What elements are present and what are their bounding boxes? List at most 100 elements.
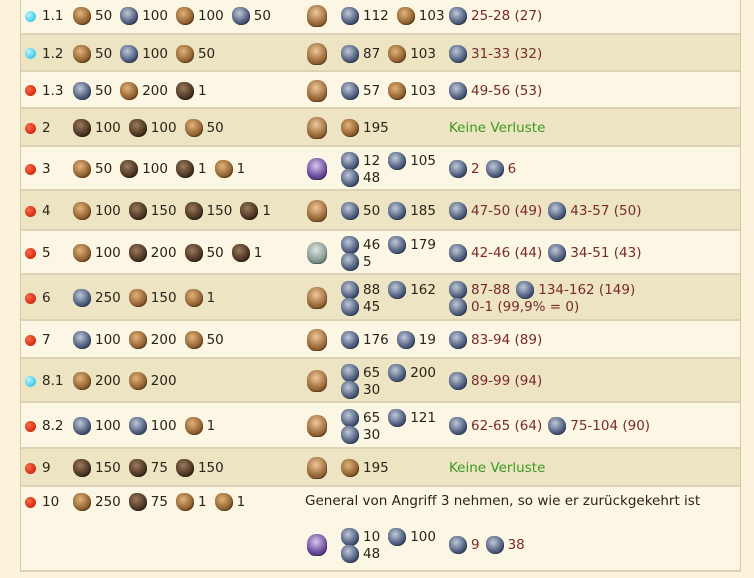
soldier-icon: [449, 81, 467, 100]
attack-row[interactable]: 2 100 100 50 195 Keine Verluste: [21, 109, 740, 147]
general-cell: [307, 42, 331, 65]
attack-id-label: 3: [42, 161, 51, 177]
soldier-icon: [341, 202, 359, 220]
losses-stack: 42-46 (44) 34-51 (43): [449, 244, 647, 262]
attack-row[interactable]: 8.2 100 100 1 65 121 30 62-65 (64) 75-104 (90): [21, 403, 740, 449]
archer-icon: [341, 425, 359, 444]
losses-line: 47-50 (49) 43-57 (50): [449, 202, 647, 220]
cannoneer-icon: [184, 331, 203, 349]
soldier-icon: [449, 280, 467, 299]
general-cell: [307, 287, 331, 309]
unit-count: 100: [142, 161, 168, 177]
losses-cell: 49-56 (53): [449, 81, 548, 100]
lion-icon: [184, 119, 203, 137]
attack-row[interactable]: 3 50 100 1 1 12 105 48 2 6: [21, 147, 740, 191]
unit-count: 1: [197, 161, 207, 177]
general-icon: [307, 117, 327, 139]
attack-id-label: 1.2: [42, 45, 64, 62]
losses-line: 83-94 (89): [449, 331, 548, 349]
army-stack: 65 121 30: [341, 408, 444, 444]
archer-icon: [341, 252, 359, 271]
hound-icon: [231, 244, 250, 262]
knight-icon: [341, 331, 359, 349]
fox-icon: [73, 202, 91, 220]
general-icon: [307, 5, 327, 27]
bowman-icon: [73, 372, 91, 390]
attack-id: 8.2: [25, 417, 63, 435]
status-dot-red: [25, 205, 36, 217]
attack-row[interactable]: 7 100 200 50 176 19 83-94 (89): [21, 321, 740, 359]
army-stack: 195: [341, 119, 397, 137]
army-count: 112: [363, 8, 389, 24]
army-stack: 87 103: [341, 44, 444, 63]
loss-range: 49-56 (53): [471, 82, 543, 99]
status-dot-cyan: [25, 48, 36, 59]
bear-cub-icon: [128, 459, 147, 477]
archer-icon: [341, 380, 359, 399]
losses-line: 87-88 134-162 (149): [449, 280, 641, 299]
unit-count: 50: [206, 332, 224, 348]
army-stack: 10 100 48: [341, 527, 444, 563]
general-icon: [307, 457, 327, 479]
army-count: 105: [410, 152, 436, 169]
loss-range: 43-57 (50): [570, 203, 642, 219]
attack-row[interactable]: 8.1 200 200 65 200 30 89-99 (94): [21, 359, 740, 403]
general-cell: [307, 242, 331, 264]
loss-range: 134-162 (149): [538, 281, 636, 298]
attack-row[interactable]: 9 150 75 150 195 Keine Verluste: [21, 449, 740, 487]
losses-cell: 31-33 (32): [449, 44, 548, 63]
attack-row[interactable]: 1.3 50 200 1 57 103 49-56 (53): [21, 72, 740, 109]
attack-row[interactable]: 5 100 200 50 1 46 179 5 42-46 (44) 34-51 (43): [21, 231, 740, 275]
general-cell: [307, 117, 331, 139]
soldier-icon: [449, 7, 467, 25]
army-count: 45: [363, 298, 381, 315]
attack-id-label: 6: [42, 290, 51, 306]
unit-count: 50: [197, 45, 216, 62]
attack-id: 6: [25, 289, 51, 307]
knight-icon: [388, 363, 407, 382]
attack-row[interactable]: 1.2 50 100 50 87 103 31-33 (32): [21, 35, 740, 72]
unit-count: 100: [142, 45, 168, 62]
unit-count: 200: [150, 332, 177, 348]
attack-id-label: 1.1: [42, 8, 64, 24]
attack-row[interactable]: 1.1 50 100 100 50 112 103 25-28 (27): [21, 0, 740, 35]
bowman-icon: [128, 331, 147, 349]
loss-range: 83-94 (89): [471, 332, 543, 348]
archer-icon: [341, 544, 359, 563]
losses-cell: 25-28 (27): [449, 7, 548, 25]
army-composition: 88 162 45: [341, 280, 444, 316]
attack-row[interactable]: 4 100 150 150 1 50 185 47-50 (49) 43-57 (50): [21, 191, 740, 231]
losses-cell: Keine Verluste: [449, 459, 545, 477]
attack-row[interactable]: 10 250 75 1 1 General von Angriff 3 nehmen, s…: [21, 487, 740, 572]
army-composition: 65 121 30: [341, 408, 444, 444]
army-stack: 12 105 48: [341, 151, 444, 187]
unit-count: 1: [253, 245, 263, 261]
soldier-icon: [73, 417, 91, 435]
attack-id-label: 8.2: [42, 418, 64, 434]
army-count: 176: [363, 332, 389, 348]
army-stack: 50 185: [341, 202, 444, 220]
soldier-icon: [341, 527, 359, 546]
unit-count: 1: [236, 494, 246, 510]
army-count: 87: [363, 45, 381, 62]
no-losses-label: Keine Verluste: [449, 460, 546, 476]
attack-id: 2: [25, 119, 51, 137]
loss-range: 6: [507, 161, 517, 177]
general-cell: [307, 415, 331, 437]
knight-icon: [388, 527, 407, 546]
soldier-icon: [73, 331, 91, 349]
army-line: 48: [341, 544, 444, 563]
unit-count: 200: [150, 373, 177, 389]
unit-count: 150: [150, 203, 177, 219]
unit-count: 1: [197, 82, 207, 99]
army-line: 88 162: [341, 280, 444, 299]
status-dot-cyan: [25, 375, 36, 387]
losses-cell: 89-99 (94): [449, 372, 548, 390]
army-line: 195: [341, 119, 397, 137]
boar-icon: [240, 202, 259, 220]
attack-row[interactable]: 6 250 150 1 88 162 45 87-88 134-162 (149) 0-1 (99…: [21, 275, 740, 321]
general-icon: [307, 79, 327, 102]
loss-range: 9: [471, 537, 480, 553]
soldier-icon: [341, 280, 359, 299]
army-line: 48: [341, 168, 444, 187]
